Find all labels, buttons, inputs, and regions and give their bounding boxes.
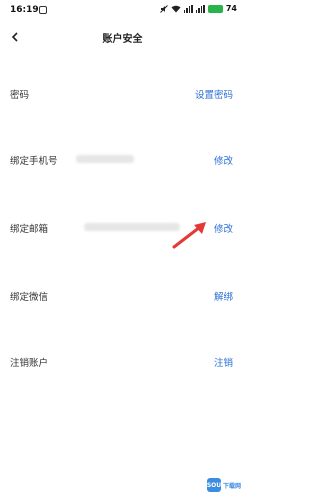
- watermark-logo: SOU: [207, 478, 221, 492]
- set-password-link[interactable]: 设置密码: [195, 87, 233, 101]
- watermark-text: 下载网: [222, 482, 241, 490]
- watermark: SOU 下载网: [207, 478, 241, 492]
- email-value-masked: [84, 223, 180, 231]
- status-time: 16:19: [10, 5, 39, 15]
- signal-icon-2: [195, 4, 205, 13]
- row-label: 绑定微信: [10, 292, 49, 303]
- delete-account-link[interactable]: 注销: [214, 355, 233, 369]
- unbind-wechat-link[interactable]: 解绑: [214, 289, 233, 303]
- page-title: 账户安全: [102, 34, 143, 45]
- row-label: 注销账户: [10, 358, 49, 369]
- row-label: 绑定手机号: [10, 156, 58, 167]
- row-label: 密码: [10, 90, 30, 101]
- row-email: 绑定邮箱 修改: [0, 216, 245, 240]
- phone-value-masked: [76, 155, 134, 163]
- edit-email-link[interactable]: 修改: [214, 221, 233, 235]
- row-wechat: 绑定微信 解绑: [0, 284, 245, 308]
- row-label: 绑定邮箱: [10, 224, 49, 235]
- battery-level: 74: [225, 4, 237, 13]
- row-delete-account: 注销账户 注销: [0, 350, 245, 374]
- mute-icon: [160, 4, 168, 13]
- wifi-icon: [171, 5, 181, 12]
- notification-icon: [39, 6, 47, 14]
- status-icons: 74: [160, 4, 237, 13]
- annotation-arrow-icon: [172, 222, 206, 249]
- row-password: 密码 设置密码: [0, 82, 245, 106]
- status-bar: 16:19 74: [0, 0, 245, 20]
- row-phone: 绑定手机号 修改: [0, 148, 245, 172]
- battery-icon: [207, 4, 223, 13]
- signal-icon: [183, 4, 193, 13]
- edit-phone-link[interactable]: 修改: [214, 153, 233, 167]
- header: 账户安全: [0, 26, 245, 48]
